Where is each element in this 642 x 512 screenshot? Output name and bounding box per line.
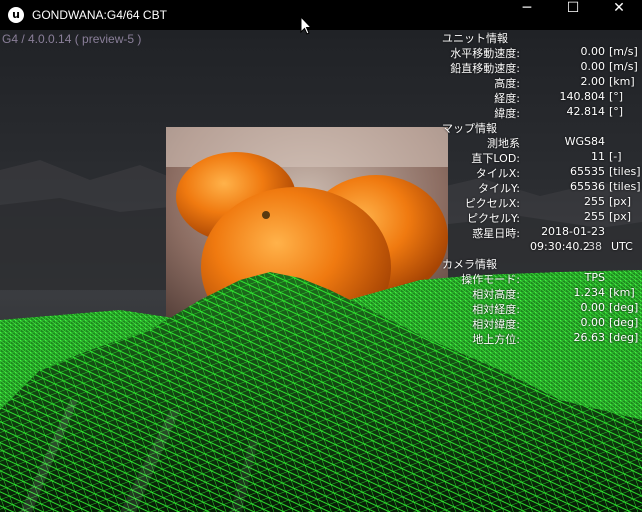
unreal-engine-logo-icon: u [8, 7, 24, 23]
maximize-button[interactable]: ☐ [550, 0, 596, 30]
camera-unit: [deg] [609, 331, 639, 344]
camera-label: 相対経度: [472, 303, 520, 316]
map-unit: [tiles] [609, 180, 641, 193]
unit-unit: [m/s] [609, 60, 638, 73]
map-label: 測地系 [487, 137, 520, 150]
map-label: 惑星日時: [472, 227, 520, 240]
window-title: GONDWANA:G4/64 CBT [32, 8, 167, 22]
minimize-button[interactable]: ─ [504, 0, 550, 30]
camera-value: 0.00 [580, 301, 606, 314]
mouse-cursor-icon [300, 16, 312, 35]
unit-value: 42.814 [566, 105, 606, 118]
unit-unit: [°] [609, 105, 624, 118]
unit-unit: [°] [609, 90, 624, 103]
unit-label: 緯度: [494, 107, 520, 120]
camera-unit: [deg] [609, 301, 639, 314]
camera-unit: [km] [609, 286, 635, 299]
map-value: 65536 [570, 180, 605, 193]
camera-label: 相対高度: [472, 288, 520, 301]
unit-value: 0.00 [580, 60, 606, 73]
planet-time: 09:30:40.2 [530, 240, 590, 253]
map-label: 直下LOD: [471, 152, 520, 165]
camera-label: 操作モード: [461, 273, 520, 286]
unit-unit: [km] [609, 75, 635, 88]
camera-value: 26.63 [573, 331, 606, 344]
camera-unit: [deg] [609, 316, 639, 329]
map-value: WGS84 [564, 135, 605, 148]
map-unit: [px] [609, 195, 632, 208]
unit-label: 高度: [494, 77, 520, 90]
hud-overlay: ユニット情報 水平移動速度: 0.00 [m/s] 鉛直移動速度: 0.00 [… [0, 30, 642, 512]
app-window: u GONDWANA:G4/64 CBT ─ ☐ ✕ G4 / 4.0.0.14… [0, 0, 642, 512]
map-label: タイルY: [478, 182, 520, 195]
unit-value: 2.00 [580, 75, 606, 88]
camera-value: 0.00 [580, 316, 606, 329]
map-value: 11 [591, 150, 605, 163]
planet-time-zone: UTC [611, 240, 633, 253]
unit-value: 0.00 [580, 45, 606, 58]
unit-value: 140.804 [559, 90, 606, 103]
map-value: 2018-01-23 [541, 225, 605, 238]
unit-label: 鉛直移動速度: [450, 62, 520, 75]
map-unit: [tiles] [609, 165, 641, 178]
3d-viewport[interactable]: G4 / 4.0.0.14 ( preview-5 ) ユニット情報 水平移動速… [0, 30, 642, 512]
camera-value: TPS [584, 271, 605, 284]
map-unit: [px] [609, 210, 632, 223]
map-unit: [-] [609, 150, 622, 163]
map-label: ピクセルY: [467, 212, 520, 225]
planet-time-overlap: 38 [588, 240, 602, 253]
map-value: 255 [584, 195, 605, 208]
map-value: 65535 [570, 165, 605, 178]
unit-label: 水平移動速度: [450, 47, 520, 60]
camera-label: 相対緯度: [472, 318, 520, 331]
unit-unit: [m/s] [609, 45, 638, 58]
unit-label: 経度: [494, 92, 520, 105]
map-info-header: マップ情報 [442, 122, 497, 135]
camera-label: 地上方位: [472, 333, 520, 346]
title-bar[interactable]: u GONDWANA:G4/64 CBT ─ ☐ ✕ [0, 0, 642, 30]
camera-value: 1.234 [573, 286, 606, 299]
map-value: 255 [584, 210, 605, 223]
close-button[interactable]: ✕ [596, 0, 642, 30]
map-label: タイルX: [475, 167, 520, 180]
unit-info-header: ユニット情報 [442, 32, 508, 45]
camera-info-header: カメラ情報 [442, 258, 497, 271]
map-label: ピクセルX: [464, 197, 520, 210]
